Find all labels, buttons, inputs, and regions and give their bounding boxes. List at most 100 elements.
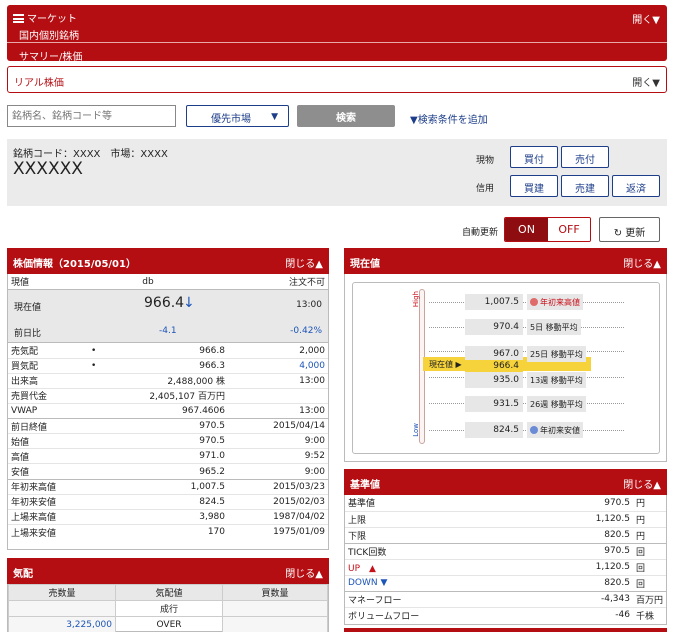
row-dot	[88, 388, 128, 403]
level-desc-text: 5日 移動平均	[530, 323, 578, 332]
col-price: 気配値	[115, 584, 223, 601]
quote-panel: 現値 db 注文不可 現在値 966.4 ↓ 13:00 前日比 -4.1 -0…	[7, 274, 329, 550]
base-unit: 回	[635, 563, 645, 574]
base-label: 下限	[348, 531, 367, 542]
realtime-price-bar[interactable]: リアル株価 開く▼	[7, 66, 667, 93]
row-label: 売買代金	[11, 392, 48, 403]
price-levels-chart: High Low 現在値 ▶ 1,007.5 年初来高値 970.4 5日 移動平均 96…	[352, 282, 660, 454]
base-label: 基準値	[348, 499, 376, 510]
order-book-table: 売数量 気配値 買数量 成行 3,225,000 OVER	[8, 584, 328, 632]
row-value: 1,007.5	[190, 481, 225, 492]
change-value: -4.1	[159, 326, 177, 337]
row-value: 970.5	[199, 421, 225, 432]
price-panel-header: 現在値 閉じる▲	[344, 248, 667, 274]
order-book-close[interactable]: 閉じる▲	[285, 565, 323, 580]
search-input[interactable]	[7, 105, 176, 127]
header-open-toggle[interactable]: 開く▼	[632, 11, 660, 26]
row-value: 965.2	[199, 466, 225, 477]
quote-panel-close[interactable]: 閉じる▲	[285, 255, 323, 270]
row-dot	[88, 434, 128, 449]
row-label: 始値	[11, 437, 30, 448]
current-price-time: 13:00	[296, 300, 322, 311]
table-row: 高値 971.0 9:52	[8, 448, 328, 464]
stock-name: XXXXXX	[13, 159, 83, 179]
row-right	[228, 388, 328, 403]
breadcrumb-summary[interactable]: サマリー/株価	[7, 42, 667, 63]
base-panel-title: 基準値	[350, 480, 380, 491]
table-row: TICK回数 970.5 回	[345, 543, 666, 559]
row-right: 2015/02/03	[273, 496, 325, 507]
market-select[interactable]: 優先市場 ▼	[186, 105, 289, 127]
quote-head-right: 注文不可	[288, 278, 325, 289]
row-right: 9:00	[304, 436, 325, 447]
price-panel-close[interactable]: 閉じる▲	[623, 255, 661, 270]
buy-button[interactable]: 買付	[510, 146, 558, 168]
row-right: 2015/04/14	[273, 421, 325, 432]
row-value: 966.8	[199, 345, 225, 356]
table-row: 前日終値 970.5 2015/04/14	[8, 419, 328, 434]
row-dot	[88, 524, 128, 539]
add-search-condition-link[interactable]: ▼検索条件を追加	[410, 111, 488, 126]
row-right: 9:00	[304, 466, 325, 477]
market-menu[interactable]: マーケット	[13, 10, 77, 25]
row-value: 3,980	[199, 511, 225, 522]
base-value: 820.5	[604, 578, 630, 588]
level-description: 25日 移動平均	[527, 346, 586, 362]
low-label: Low	[412, 423, 420, 437]
row-value: 967.4606	[182, 406, 225, 417]
row-dot	[88, 479, 128, 494]
margin-trade-label: 信用	[476, 184, 495, 194]
base-value: 1,120.5	[595, 514, 630, 524]
quote-table: 現値 db 注文不可	[8, 274, 328, 289]
quote-panel-header: 株価情報（2015/05/01） 閉じる▲	[7, 248, 329, 274]
row-dot	[88, 494, 128, 509]
margin-sell-button[interactable]: 売建	[561, 175, 609, 197]
auto-update-toggle[interactable]: ON OFF	[504, 217, 591, 242]
base-table: 基準値 970.5 円上限 1,120.5 円下限 820.5 円 TICK回数 970.5 回 U…	[345, 495, 666, 623]
table-row: 売買代金 2,405,107 百万円	[8, 388, 328, 403]
high-circle-icon	[530, 298, 538, 306]
margin-buy-button[interactable]: 買建	[510, 175, 558, 197]
repay-button[interactable]: 返済	[612, 175, 660, 197]
level-desc-text: 年初来高値	[540, 298, 580, 307]
current-price-marker: 現在値 ▶	[429, 360, 462, 369]
row-right: 4,000	[299, 360, 325, 371]
quote-head-mid: db	[142, 276, 154, 287]
base-label: DOWN ▼	[348, 578, 388, 588]
level-value: 931.5	[465, 396, 523, 412]
base-panel-close[interactable]: 閉じる▲	[623, 476, 661, 491]
row-dot	[88, 403, 128, 418]
row-right: 2015/03/23	[273, 481, 325, 492]
sell-button[interactable]: 売付	[561, 146, 609, 168]
low-circle-icon	[530, 426, 538, 434]
refresh-button[interactable]: ↻ 更新	[599, 217, 660, 242]
row-dot	[88, 373, 128, 388]
level-description: 5日 移動平均	[527, 319, 581, 335]
base-value: 970.5	[604, 497, 630, 508]
base-label: マネーフロー	[348, 595, 402, 606]
buy-qty	[222, 600, 328, 617]
cash-trade-label: 現物	[476, 156, 495, 166]
row-dot	[88, 419, 128, 434]
table-row: 3,225,000 OVER	[8, 616, 328, 632]
base-unit: 回	[635, 547, 645, 558]
table-row: DOWN ▼ 820.5 回	[345, 575, 666, 591]
table-row: UP ▲ 1,120.5 回	[345, 559, 666, 575]
next-panel-header	[344, 628, 667, 632]
high-label: High	[412, 291, 420, 308]
row-value: 2,488,000 株	[167, 377, 225, 388]
base-label: 上限	[348, 515, 367, 526]
auto-update-label: 自動更新	[462, 228, 499, 238]
search-button[interactable]: 検索	[297, 105, 395, 127]
row-value: 824.5	[199, 496, 225, 507]
level-desc-text: 26週 移動平均	[530, 400, 583, 409]
quote-head-row: 現値 db 注文不可	[8, 274, 328, 289]
realtime-open-toggle[interactable]: 開く▼	[632, 74, 660, 89]
table-row: 売気配 • 966.8 2,000	[8, 343, 328, 358]
breadcrumb-domestic-stocks[interactable]: 国内個別銘柄	[19, 27, 79, 42]
auto-update-off[interactable]: OFF	[548, 218, 590, 241]
table-row: 出来高 2,488,000 株 13:00	[8, 373, 328, 388]
level-description: 年初来高値	[527, 294, 583, 310]
auto-update-on[interactable]: ON	[505, 218, 548, 241]
level-description: 13週 移動平均	[527, 372, 586, 388]
